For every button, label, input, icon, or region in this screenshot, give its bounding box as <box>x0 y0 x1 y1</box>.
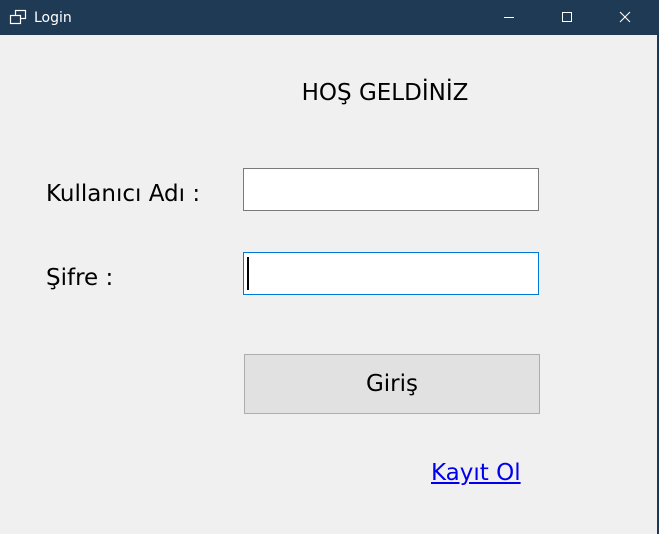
title-bar[interactable]: Login <box>0 0 659 35</box>
maximize-icon <box>561 8 573 27</box>
window-title: Login <box>34 10 72 26</box>
username-label: Kullanıcı Adı : <box>46 181 201 207</box>
close-icon <box>619 8 631 27</box>
welcome-heading: HOŞ GELDİNİZ <box>301 80 469 106</box>
minimize-button[interactable] <box>486 0 532 35</box>
close-button[interactable] <box>602 0 648 35</box>
password-field[interactable] <box>243 252 539 295</box>
text-caret <box>247 257 249 290</box>
password-label: Şifre : <box>46 265 114 291</box>
login-window: Login HOŞ GELDİNİZ Kullanıcı Adı : Şifre… <box>0 0 659 534</box>
username-field[interactable] <box>243 168 539 211</box>
login-button[interactable]: Giriş <box>244 354 540 414</box>
maximize-button[interactable] <box>544 0 590 35</box>
register-link[interactable]: Kayıt Ol <box>431 458 521 488</box>
minimize-icon <box>503 8 515 27</box>
window-cascade-icon <box>9 9 27 25</box>
